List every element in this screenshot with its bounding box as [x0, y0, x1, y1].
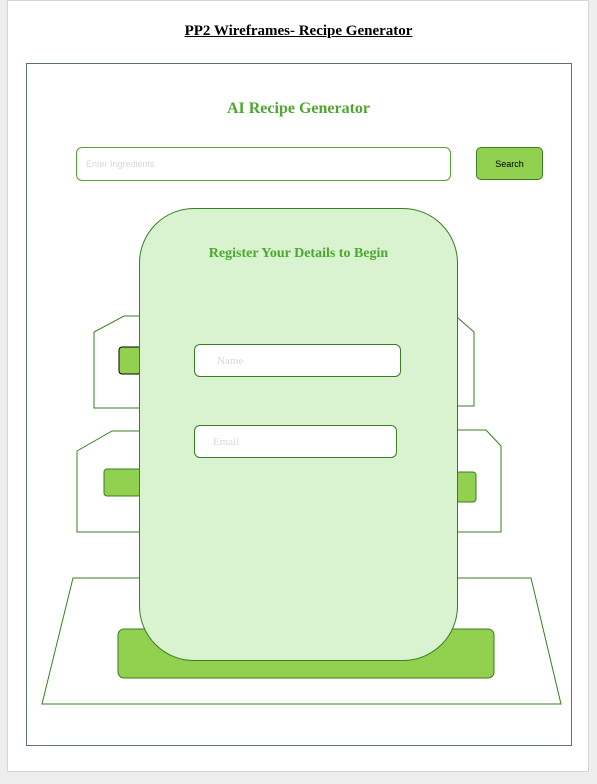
card-button-right-lower	[455, 471, 477, 503]
app-title: AI Recipe Generator	[226, 100, 371, 117]
search-button[interactable]: Search	[476, 147, 543, 180]
card-button-left-upper	[118, 346, 142, 375]
name-field[interactable]	[194, 344, 401, 377]
card-button-left-lower	[103, 468, 142, 497]
ingredients-search-input[interactable]	[76, 147, 451, 181]
email-field[interactable]	[194, 425, 397, 458]
card-right-upper	[457, 317, 475, 407]
modal-title: Register Your Details to Begin	[208, 246, 389, 261]
